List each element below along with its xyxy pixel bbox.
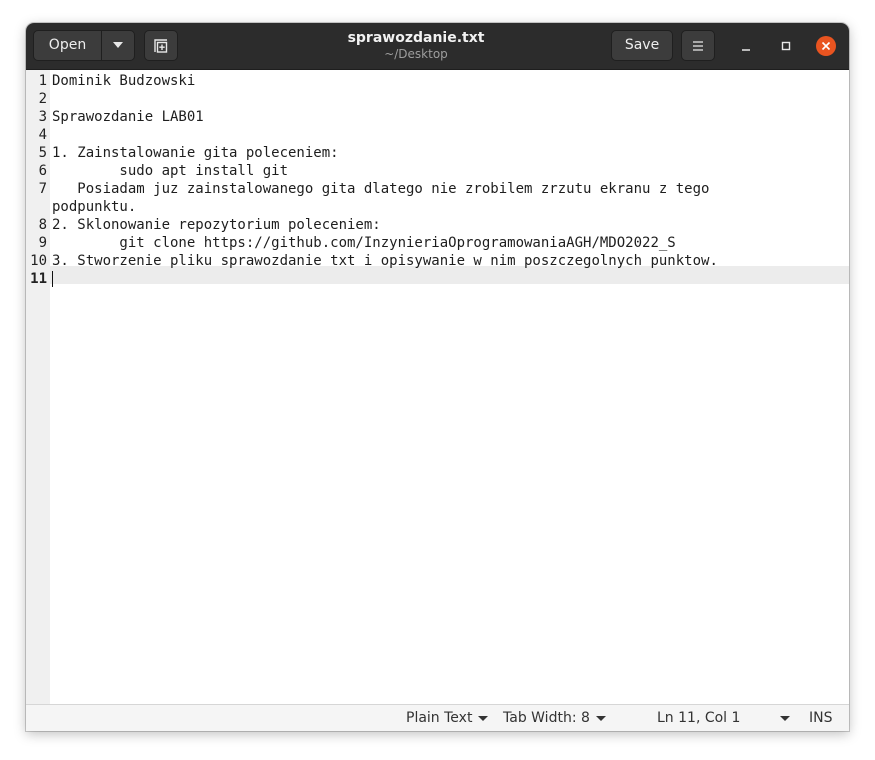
chevron-down-icon [595, 715, 606, 721]
text-cursor [52, 271, 53, 287]
tab-width-selector[interactable]: Tab Width: 8 [503, 710, 606, 727]
line-number: 3 [38, 109, 47, 125]
minimize-icon [742, 49, 750, 51]
text-line[interactable]: Posiadam juz zainstalowanego gita dlateg… [52, 180, 709, 198]
header-bar: Open sprawozdanie.txt ~/Desktop Save [26, 23, 849, 70]
chevron-down-icon [113, 42, 123, 48]
language-selector[interactable]: Plain Text [406, 710, 489, 727]
insert-mode-indicator[interactable]: INS [809, 710, 833, 727]
text-line[interactable]: 3. Stworzenie pliku sprawozdanie txt i o… [52, 252, 718, 270]
close-icon [821, 41, 831, 51]
line-number: 10 [30, 253, 47, 269]
cursor-position-selector[interactable]: Ln 11, Col 1 [657, 710, 791, 727]
hamburger-icon [693, 41, 703, 51]
new-tab-icon [154, 39, 168, 53]
tab-width-label: Tab Width: 8 [503, 710, 590, 726]
text-line-wrapped[interactable]: podpunktu. [52, 198, 136, 216]
line-number: 1 [38, 73, 47, 89]
maximize-icon [781, 41, 791, 51]
line-number: 6 [38, 163, 47, 179]
window-title: sprawozdanie.txt [347, 30, 485, 46]
minimize-button[interactable] [736, 36, 756, 56]
menu-button[interactable] [681, 30, 715, 61]
text-line[interactable]: 1. Zainstalowanie gita poleceniem: [52, 144, 339, 162]
line-number: 4 [38, 127, 47, 143]
open-menu-button[interactable] [101, 30, 135, 61]
language-label: Plain Text [406, 710, 473, 726]
text-line[interactable]: sudo apt install git [52, 162, 288, 180]
line-number: 5 [38, 145, 47, 161]
new-tab-button[interactable] [144, 30, 178, 61]
text-line[interactable]: Dominik Budzowski [52, 72, 195, 90]
chevron-down-icon [478, 715, 489, 721]
editor-window: Open sprawozdanie.txt ~/Desktop Save 1 2… [26, 23, 849, 731]
status-bar: Plain Text Tab Width: 8 Ln 11, Col 1 INS [26, 704, 849, 731]
chevron-down-icon [780, 715, 791, 721]
save-button[interactable]: Save [611, 30, 673, 61]
text-editor[interactable]: 1 2 3 4 5 6 7 8 9 10 11 Dominik Budzowsk… [26, 70, 849, 704]
title-block: sprawozdanie.txt ~/Desktop [326, 29, 506, 62]
current-line-number: 11 [30, 271, 47, 287]
text-line[interactable]: git clone https://github.com/InzynieriaO… [52, 234, 675, 252]
open-button[interactable]: Open [33, 30, 102, 61]
maximize-button[interactable] [776, 36, 796, 56]
text-line[interactable]: 2. Sklonowanie repozytorium poleceniem: [52, 216, 381, 234]
text-line[interactable]: Sprawozdanie LAB01 [52, 108, 204, 126]
window-subtitle: ~/Desktop [384, 47, 448, 61]
line-number: 8 [38, 217, 47, 233]
close-button[interactable] [816, 36, 836, 56]
line-number: 7 [38, 181, 47, 197]
cursor-position-label: Ln 11, Col 1 [657, 710, 741, 726]
line-number: 9 [38, 235, 47, 251]
line-number: 2 [38, 91, 47, 107]
